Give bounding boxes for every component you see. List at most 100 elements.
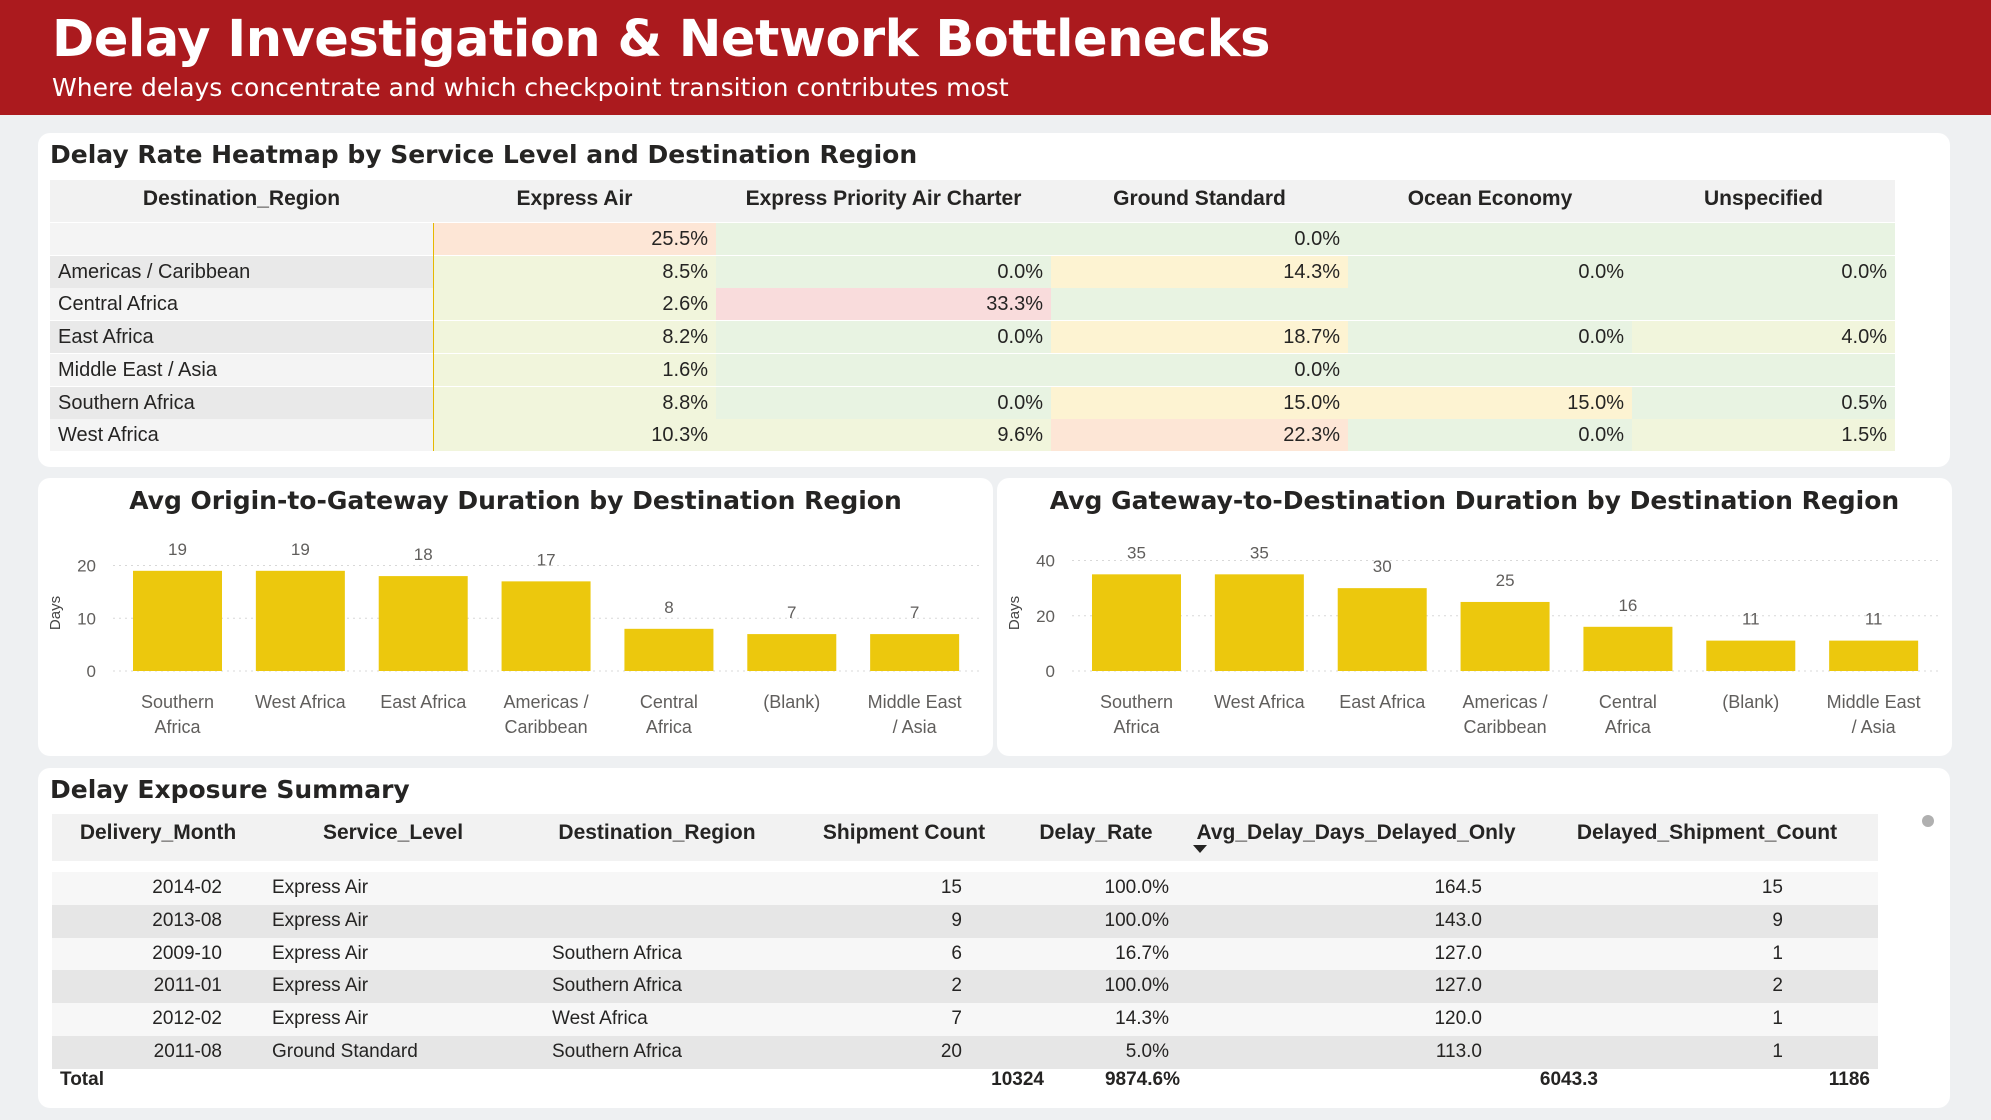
- bar: [133, 570, 222, 671]
- summary-col-delayed-shipment-count[interactable]: Delayed_Shipment_Count: [1536, 814, 1878, 861]
- data-label: 35: [1250, 543, 1269, 562]
- cell-destination-region: West Africa: [552, 1008, 648, 1030]
- summary-col-delivery-month[interactable]: Delivery_Month: [52, 814, 264, 861]
- heatmap-cell: 0.0%: [1632, 255, 1895, 288]
- x-tick-label: Africa: [1113, 717, 1160, 737]
- heatmap-cell: 0.0%: [716, 386, 1051, 419]
- cell-destination-region: [552, 872, 812, 904]
- data-label: 16: [1618, 596, 1637, 615]
- y-tick-label: 20: [1036, 607, 1055, 626]
- heatmap-col-unspecified[interactable]: Unspecified: [1632, 180, 1895, 222]
- table-row[interactable]: 2012-02 Express Air West Africa 7 14.3% 120.0…: [52, 1003, 1878, 1037]
- bar: [1214, 574, 1304, 671]
- bar: [870, 634, 960, 671]
- heatmap-cell: [716, 223, 1051, 255]
- table-row[interactable]: 2011-01 Express Air Southern Africa 2 100.0%…: [52, 970, 1878, 1004]
- heatmap-col-destination-region[interactable]: Destination_Region: [50, 180, 433, 222]
- heatmap-col-ocean-economy[interactable]: Ocean Economy: [1348, 180, 1632, 222]
- heatmap-col-express-priority-air-charter[interactable]: Express Priority Air Charter: [716, 180, 1051, 222]
- heatmap-row-label: East Africa: [50, 321, 433, 354]
- cell-service-level: Express Air: [272, 942, 369, 964]
- heatmap-cell: [1632, 353, 1895, 386]
- summary-col-service-level[interactable]: Service_Level: [264, 814, 522, 861]
- x-tick-label: Americas /: [504, 692, 589, 712]
- cell-service-level: Express Air: [272, 909, 369, 931]
- cell-destination-region: [552, 905, 812, 937]
- bar: [624, 628, 714, 671]
- heatmap-col-express-air[interactable]: Express Air: [433, 180, 716, 222]
- summary-col-delay-rate[interactable]: Delay_Rate: [1016, 814, 1176, 861]
- data-label: 18: [414, 545, 433, 564]
- cell-delay-rate: 14.3%: [1115, 1008, 1169, 1030]
- gateway-destination-chart: Days 0 20 40 35 Southern Africa 35 West Africa 30…: [1006, 543, 1942, 737]
- bar: [747, 634, 837, 671]
- x-tick-label: / Asia: [1852, 717, 1897, 737]
- total-avg-delay: 6043.3: [1539, 1069, 1598, 1090]
- x-tick-label: West Africa: [255, 692, 347, 712]
- data-label: 35: [1127, 543, 1146, 562]
- cell-avg-delay-days: 120.0: [1434, 1008, 1482, 1030]
- table-row[interactable]: 2014-02 Express Air 15 100.0% 164.5 15: [52, 872, 1878, 905]
- cell-delay-rate: 16.7%: [1115, 942, 1169, 964]
- cell-delivery-month: 2011-01: [153, 975, 222, 997]
- cell-shipment-count: 2: [951, 975, 962, 997]
- y-tick-label: 0: [1046, 662, 1055, 681]
- heatmap-cell: 0.0%: [1348, 255, 1632, 288]
- cell-avg-delay-days: 143.0: [1434, 909, 1482, 931]
- data-label: 7: [910, 603, 919, 622]
- cell-delivery-month: 2012-02: [152, 1008, 222, 1030]
- bar: [1706, 640, 1796, 671]
- heatmap-cell: 10.3%: [433, 419, 716, 452]
- heatmap-cell: 0.0%: [1348, 321, 1632, 354]
- cell-shipment-count: 15: [940, 877, 962, 898]
- data-label: 30: [1373, 557, 1392, 576]
- heatmap-row: Middle East / Asia 1.6% 0.0%: [50, 353, 1895, 388]
- summary-col-destination-region[interactable]: Destination_Region: [522, 814, 792, 861]
- sort-descending-icon[interactable]: [1193, 845, 1207, 853]
- heatmap-cell: 22.3%: [1051, 419, 1348, 452]
- cell-delayed-count: 1: [1772, 1008, 1783, 1030]
- heatmap-row: West Africa 10.3% 9.6% 22.3% 0.0% 1.5%: [50, 419, 1895, 454]
- cell-delay-rate: 100.0%: [1104, 877, 1169, 898]
- heatmap-cell: [716, 353, 1051, 386]
- cell-avg-delay-days: 127.0: [1434, 942, 1482, 964]
- heatmap-cell: [1632, 223, 1895, 255]
- cell-delivery-month: 2014-02: [152, 877, 222, 898]
- bar: [1092, 574, 1181, 671]
- y-tick-label: 20: [77, 557, 96, 576]
- cell-service-level: Express Air: [272, 975, 369, 997]
- data-label: 11: [1865, 610, 1883, 629]
- table-row[interactable]: 2013-08 Express Air 9 100.0% 143.0 9: [52, 904, 1878, 938]
- x-tick-label: Africa: [646, 717, 693, 737]
- cell-delayed-count: 1: [1772, 942, 1783, 964]
- total-label: Total: [60, 1069, 104, 1090]
- heatmap-cell: 1.5%: [1632, 419, 1895, 452]
- summary-col-avg-delay-days[interactable]: Avg_Delay_Days_Delayed_Only: [1176, 814, 1536, 861]
- data-label: 11: [1742, 610, 1760, 629]
- heatmap-cell: [1348, 288, 1632, 321]
- heatmap-cell: 0.5%: [1632, 386, 1895, 419]
- heatmap-row: Americas / Caribbean 8.5% 0.0% 14.3% 0.0% 0.0…: [50, 255, 1895, 290]
- table-row[interactable]: 2009-10 Express Air Southern Africa 6 16.7% 1…: [52, 937, 1878, 971]
- data-label: 19: [291, 540, 310, 559]
- heatmap-cell: [1051, 288, 1348, 321]
- x-tick-label: Southern: [141, 692, 214, 712]
- x-tick-label: / Asia: [893, 717, 938, 737]
- summary-header-row: Delivery_Month Service_Level Destination…: [52, 814, 1878, 861]
- heatmap-cell: 15.0%: [1348, 386, 1632, 419]
- summary-scrollbar[interactable]: [1922, 815, 1934, 827]
- x-tick-label: Southern: [1100, 692, 1173, 712]
- heatmap-cell: 0.0%: [1051, 353, 1348, 386]
- x-tick-label: Caribbean: [1464, 717, 1547, 737]
- heatmap-cell: 4.0%: [1632, 321, 1895, 354]
- summary-col-shipment-count[interactable]: Shipment Count: [792, 814, 1016, 861]
- heatmap-row: Southern Africa 8.8% 0.0% 15.0% 15.0% 0.5%: [50, 386, 1895, 421]
- summary-title: Delay Exposure Summary: [50, 775, 410, 804]
- data-label: 25: [1496, 571, 1515, 590]
- heatmap-title: Delay Rate Heatmap by Service Level and …: [50, 140, 918, 169]
- heatmap-divider: [433, 223, 434, 451]
- heatmap-col-ground-standard[interactable]: Ground Standard: [1051, 180, 1348, 222]
- heatmap-cell: 33.3%: [716, 288, 1051, 321]
- heatmap-cell: 2.6%: [433, 288, 716, 321]
- heatmap-cell: 14.3%: [1051, 255, 1348, 288]
